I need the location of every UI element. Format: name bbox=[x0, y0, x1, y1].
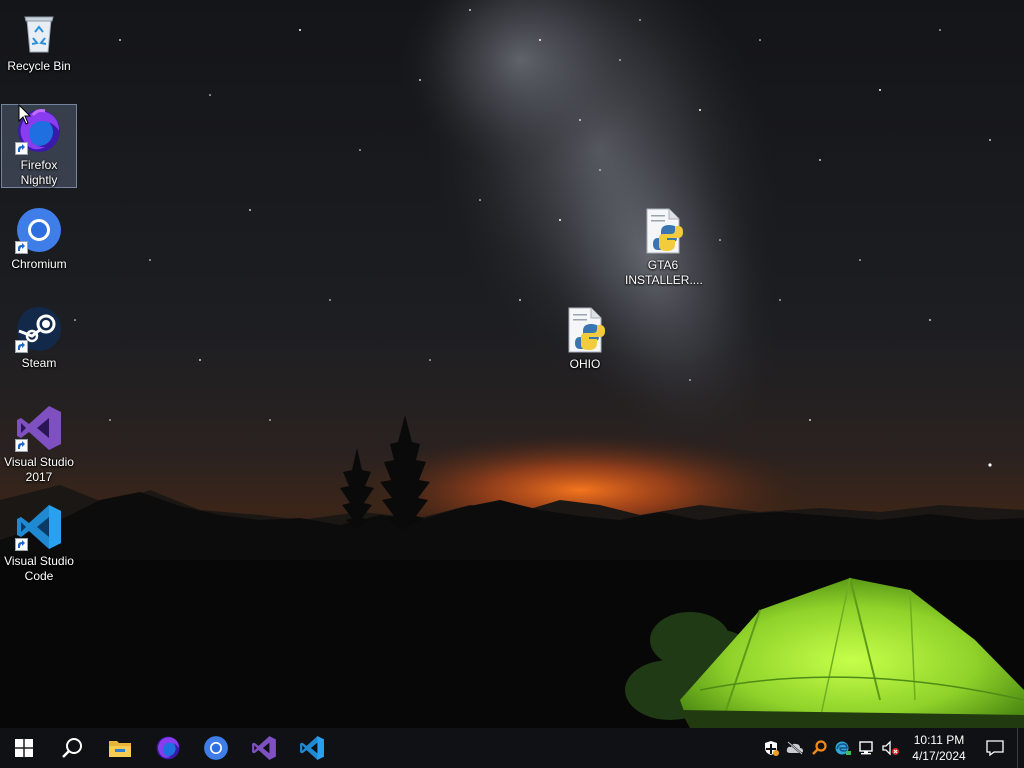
desktop-icon-gta6-installer[interactable]: GTA6 INSTALLER.... bbox=[625, 205, 703, 288]
shortcut-arrow-icon bbox=[15, 340, 28, 353]
taskbar: 10:11 PM 4/17/2024 bbox=[0, 728, 1024, 768]
desktop-icon-visual-studio-code[interactable]: Visual Studio Code bbox=[1, 501, 77, 584]
visual-studio-icon bbox=[15, 404, 63, 452]
action-center-button[interactable] bbox=[973, 728, 1017, 768]
vscode-icon bbox=[300, 736, 324, 760]
clock[interactable]: 10:11 PM 4/17/2024 bbox=[905, 732, 973, 764]
vscode-icon bbox=[15, 503, 63, 551]
visual-studio-icon bbox=[252, 736, 276, 760]
desktop-icon-label: Visual Studio 2017 bbox=[4, 455, 74, 484]
taskbar-vscode[interactable] bbox=[288, 728, 336, 768]
chromium-icon bbox=[15, 206, 63, 254]
edge-update-icon bbox=[835, 741, 851, 755]
desktop-icon-label: Steam bbox=[21, 356, 57, 370]
shortcut-arrow-icon bbox=[15, 538, 28, 551]
tray-network[interactable] bbox=[855, 728, 879, 768]
onedrive-offline-icon bbox=[786, 741, 803, 755]
taskbar-chromium[interactable] bbox=[192, 728, 240, 768]
recycle-bin-icon bbox=[15, 8, 63, 56]
security-shield-icon bbox=[765, 741, 779, 756]
desktop-icon-visual-studio-2017[interactable]: Visual Studio 2017 bbox=[1, 402, 77, 485]
firefox-nightly-icon bbox=[156, 736, 180, 760]
desktop-icon-label: Visual Studio Code bbox=[4, 554, 74, 583]
desktop-wallpaper bbox=[0, 0, 1024, 728]
clock-time: 10:11 PM bbox=[913, 733, 965, 747]
volume-muted-icon bbox=[882, 740, 899, 756]
show-desktop-button[interactable] bbox=[1017, 728, 1024, 768]
desktop-icon-ohio[interactable]: OHIO bbox=[547, 304, 623, 372]
desktop-icon-label: Recycle Bin bbox=[7, 59, 71, 73]
desktop-icon-chromium[interactable]: Chromium bbox=[1, 204, 77, 272]
tray-volume[interactable] bbox=[879, 728, 903, 768]
chromium-icon bbox=[204, 736, 228, 760]
desktop-icon-recycle-bin[interactable]: Recycle Bin bbox=[1, 6, 77, 74]
desktop-icon-label: OHIO bbox=[569, 357, 601, 371]
shortcut-arrow-icon bbox=[15, 439, 28, 452]
desktop-icon-firefox-nightly[interactable]: Firefox Nightly bbox=[1, 104, 77, 188]
desktop-icon-label: Firefox Nightly bbox=[20, 158, 58, 187]
shortcut-arrow-icon bbox=[15, 142, 28, 155]
windows-start-icon bbox=[15, 739, 33, 757]
mouse-cursor-icon bbox=[18, 104, 32, 125]
tray-search-app[interactable] bbox=[807, 728, 831, 768]
desktop-icon-label: GTA6 INSTALLER.... bbox=[625, 258, 703, 287]
shortcut-arrow-icon bbox=[15, 241, 28, 254]
desktop-icon-steam[interactable]: Steam bbox=[1, 303, 77, 371]
desktop-icon-label: Chromium bbox=[11, 257, 67, 271]
taskbar-visual-studio[interactable] bbox=[240, 728, 288, 768]
python-file-icon bbox=[561, 306, 609, 354]
start-button[interactable] bbox=[0, 728, 48, 768]
search-orange-icon bbox=[812, 740, 827, 755]
search-button[interactable] bbox=[48, 728, 96, 768]
notification-icon bbox=[986, 740, 1004, 757]
wallpaper-art bbox=[0, 0, 1024, 728]
taskbar-file-explorer[interactable] bbox=[96, 728, 144, 768]
tray-edge-update[interactable] bbox=[831, 728, 855, 768]
python-file-icon bbox=[639, 207, 687, 255]
system-tray: 10:11 PM 4/17/2024 bbox=[759, 728, 1024, 768]
steam-icon bbox=[15, 305, 63, 353]
clock-date: 4/17/2024 bbox=[912, 749, 966, 763]
tray-onedrive[interactable] bbox=[783, 728, 807, 768]
tray-security[interactable] bbox=[759, 728, 783, 768]
taskbar-firefox-nightly[interactable] bbox=[144, 728, 192, 768]
file-explorer-icon bbox=[109, 741, 131, 757]
network-icon bbox=[859, 741, 873, 755]
search-icon bbox=[62, 738, 82, 758]
